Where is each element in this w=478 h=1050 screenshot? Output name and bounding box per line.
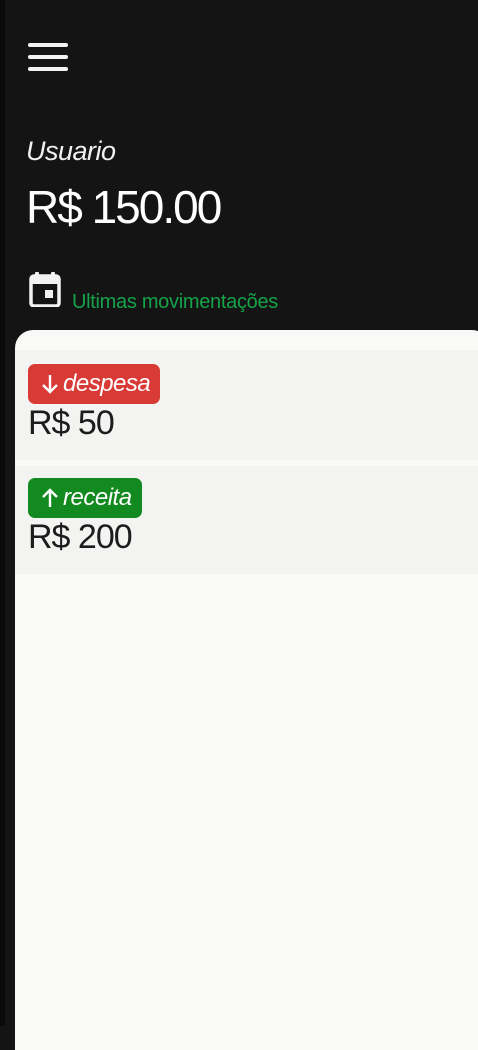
transaction-amount: R$ 200 <box>28 518 133 556</box>
calendar-icon[interactable] <box>29 271 61 307</box>
transaction-amount: R$ 50 <box>28 404 115 442</box>
hamburger-menu-icon <box>28 43 68 47</box>
transaction-item[interactable]: receita R$ 200 <box>15 466 478 574</box>
income-badge: receita <box>28 478 142 518</box>
transactions-panel: despesa R$ 50 receita R$ 200 <box>15 330 478 1050</box>
transaction-type: despesa <box>63 370 151 397</box>
left-edge <box>0 0 5 1026</box>
arrow-up-icon <box>41 487 59 509</box>
transaction-item[interactable]: despesa R$ 50 <box>15 350 478 460</box>
balance-amount: R$ 150.00 <box>26 181 222 233</box>
arrow-down-icon <box>41 373 59 395</box>
expense-badge: despesa <box>28 364 161 404</box>
transaction-type: receita <box>63 484 132 511</box>
section-title: Ultimas movimentações <box>72 291 278 313</box>
menu-button[interactable] <box>26 40 70 76</box>
user-name: Usuario <box>26 136 116 166</box>
